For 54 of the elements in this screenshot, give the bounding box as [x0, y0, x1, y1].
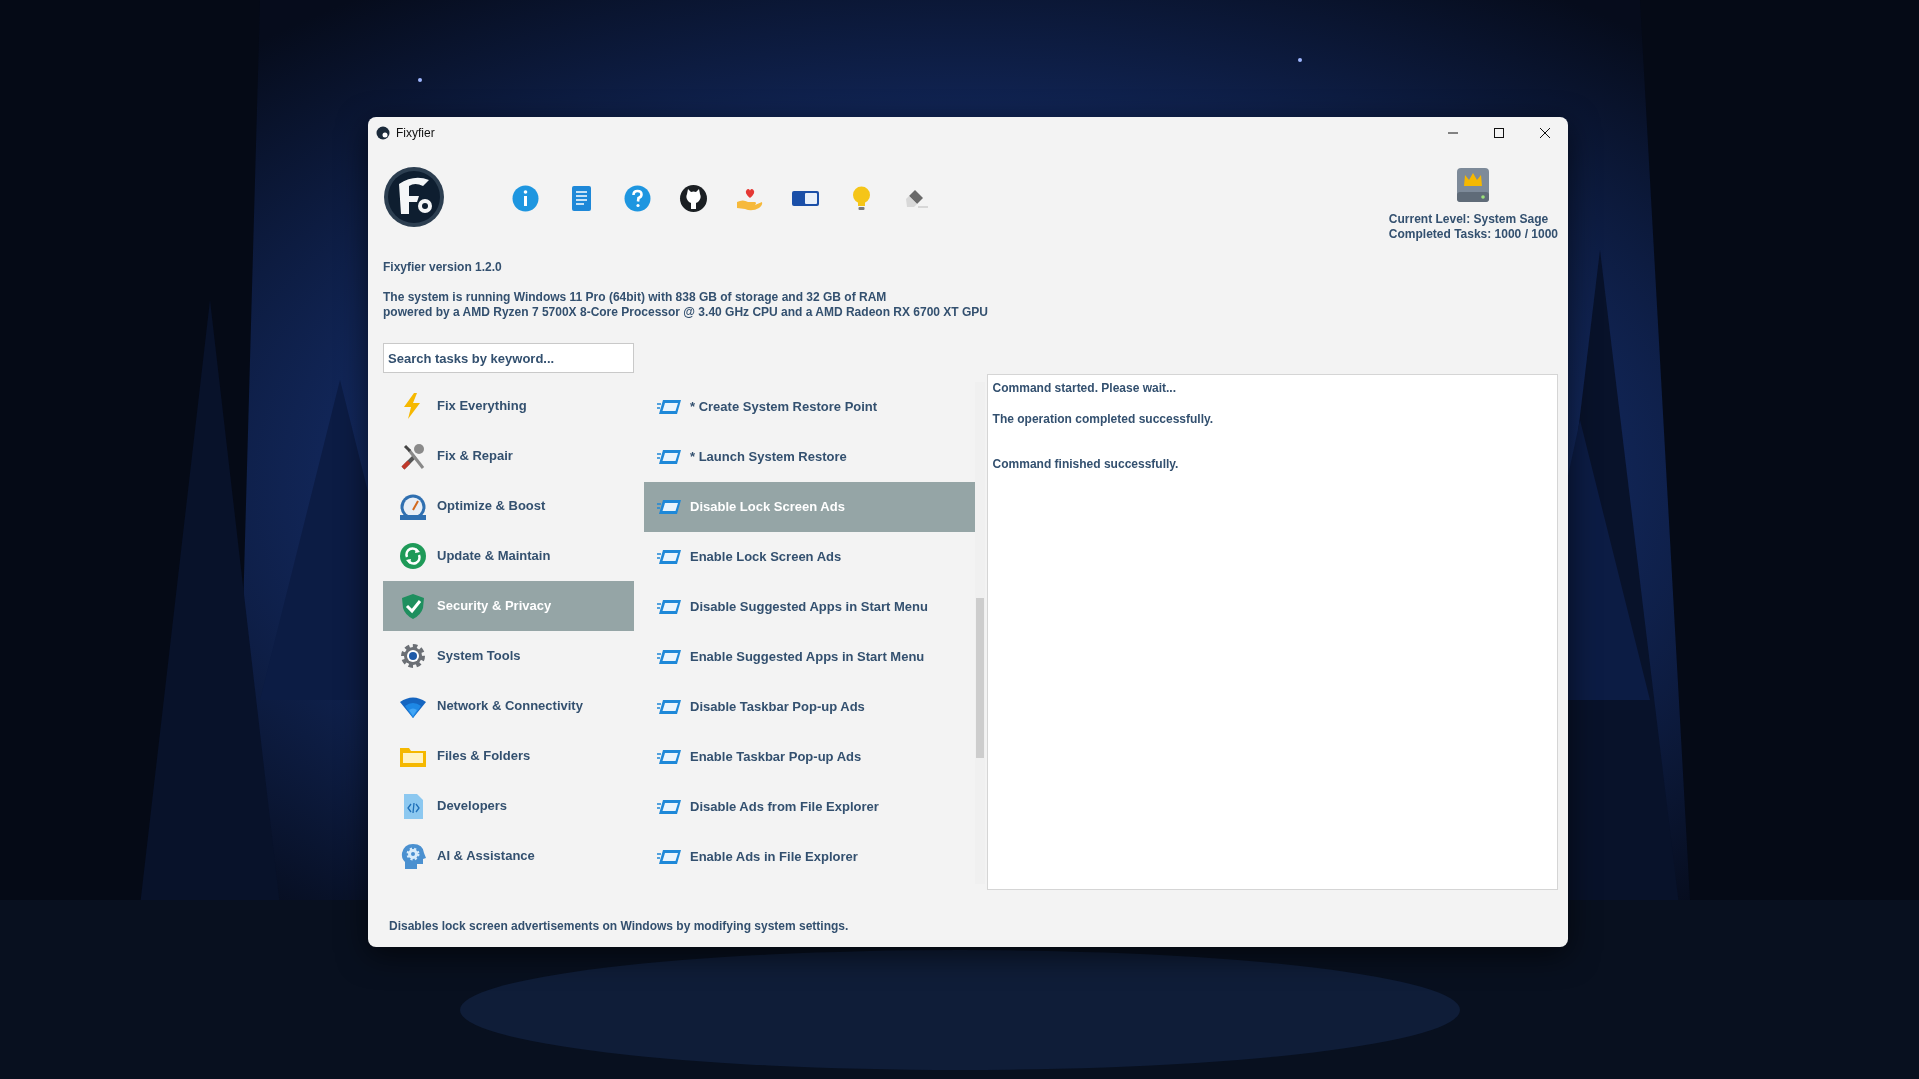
close-icon	[1540, 128, 1550, 138]
drive-crown-icon	[1456, 166, 1491, 204]
cat-silhouette-icon[interactable]	[679, 184, 708, 213]
maximize-icon	[1494, 128, 1504, 138]
output-line: Command finished successfully.	[992, 457, 1180, 471]
window-icon	[657, 849, 681, 865]
category-item[interactable]: Optimize & Boost	[383, 481, 634, 531]
category-item[interactable]: System Tools	[383, 631, 634, 681]
window-icon	[657, 499, 681, 515]
category-item[interactable]: Fix & Repair	[383, 431, 634, 481]
info-icon[interactable]	[511, 184, 540, 213]
task-item[interactable]: Enable Taskbar Pop-up Ads	[644, 732, 975, 782]
task-item[interactable]: Enable Suggested Apps in Start Menu	[644, 632, 975, 682]
window-icon	[657, 649, 681, 665]
system-info-text: The system is running Windows 11 Pro (64bit) with 838 GB of storage and 32 GB of RAM	[383, 290, 888, 305]
window-icon	[657, 549, 681, 565]
task-item[interactable]: Disable Ads from File Explorer	[644, 782, 975, 832]
task-item[interactable]: Enable Lock Screen Ads	[644, 532, 975, 582]
window-title: Fixyfier	[396, 125, 435, 142]
tools-icon	[399, 442, 427, 470]
help-icon[interactable]	[623, 184, 652, 213]
gear-icon	[399, 642, 427, 670]
category-item[interactable]: Network & Connectivity	[383, 681, 634, 731]
shield-icon	[399, 592, 427, 620]
window-icon	[657, 449, 681, 465]
window-icon	[657, 749, 681, 765]
task-item[interactable]: Enable Ads in File Explorer	[644, 832, 975, 882]
version-text: Fixyfier version 1.2.0	[383, 260, 503, 275]
task-description: Disables lock screen advertisements on Windows by modifying system settings.	[388, 918, 850, 935]
search-field[interactable]: Search tasks by keyword...	[383, 343, 634, 373]
app-logo-icon	[383, 166, 445, 228]
category-item[interactable]: Update & Maintain	[383, 531, 634, 581]
task-item[interactable]: * Create System Restore Point	[644, 382, 975, 432]
window-icon	[657, 599, 681, 615]
scrollbar-thumb[interactable]	[975, 598, 984, 758]
system-info-text: powered by a AMD Ryzen 7 5700X 8-Core Processor @ 3.40 GHz CPU and a AMD Radeon RX 6700 XT GPU	[383, 305, 989, 320]
task-item[interactable]: Disable Suggested Apps in Start Menu	[644, 582, 975, 632]
category-item[interactable]: Developers	[383, 781, 634, 831]
output-line: The operation completed successfully.	[992, 412, 1215, 426]
output-line: Command started. Please wait...	[992, 381, 1177, 395]
task-item[interactable]: * Launch System Restore	[644, 432, 975, 482]
level-text: Current Level: System Sage	[1388, 212, 1550, 227]
category-item[interactable]: AI & Assistance	[383, 831, 634, 881]
category-item[interactable]: Files & Folders	[383, 731, 634, 781]
window-icon	[657, 799, 681, 815]
category-item[interactable]: Fix Everything	[383, 381, 634, 431]
app-icon	[376, 126, 390, 140]
refresh-icon	[399, 542, 427, 570]
head-gear-icon	[399, 842, 427, 870]
gauge-icon	[399, 492, 427, 520]
completed-tasks-text: Completed Tasks: 1000 / 1000	[1388, 227, 1558, 242]
window-icon	[657, 699, 681, 715]
window-icon	[657, 399, 681, 415]
task-item[interactable]: Disable Taskbar Pop-up Ads	[644, 682, 975, 732]
